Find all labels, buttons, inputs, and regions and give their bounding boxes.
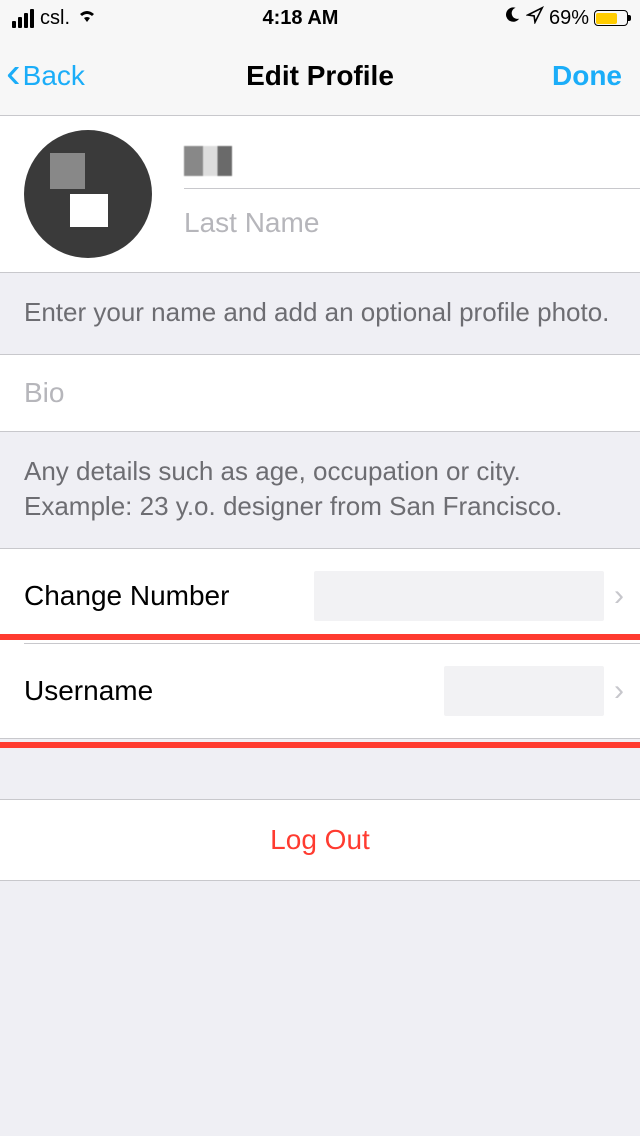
location-icon [526, 6, 544, 30]
first-name-field[interactable] [184, 130, 640, 188]
last-name-field[interactable] [184, 189, 640, 257]
chevron-right-icon: › [614, 674, 624, 708]
carrier-label: csl. [40, 7, 70, 30]
account-info-section: Change Number › Username › [0, 548, 640, 739]
moon-icon [503, 6, 521, 30]
battery-percent: 69% [549, 7, 589, 30]
first-name-redacted [184, 146, 232, 176]
phone-number-redacted [314, 571, 604, 621]
username-row[interactable]: Username › [0, 644, 640, 738]
status-left: csl. [12, 6, 98, 30]
profile-edit-section [0, 116, 640, 273]
back-button[interactable]: ‹ Back [6, 57, 85, 95]
bio-section [0, 354, 640, 432]
change-number-label: Change Number [24, 580, 229, 612]
clock: 4:18 AM [263, 7, 339, 30]
username-value-redacted [444, 666, 604, 716]
battery-icon [594, 10, 628, 26]
chevron-right-icon: › [614, 579, 624, 613]
nav-bar: ‹ Back Edit Profile Done [0, 36, 640, 116]
name-hint-text: Enter your name and add an optional prof… [0, 273, 640, 354]
status-right: 69% [503, 6, 628, 30]
page-title: Edit Profile [0, 60, 640, 92]
wifi-icon [76, 6, 98, 30]
signal-icon [12, 9, 34, 28]
back-label: Back [23, 60, 85, 92]
status-bar: csl. 4:18 AM 69% [0, 0, 640, 36]
logout-button[interactable]: Log Out [0, 800, 640, 880]
bio-hint-text: Any details such as age, occupation or c… [0, 432, 640, 548]
name-fields [184, 130, 640, 258]
avatar[interactable] [24, 130, 152, 258]
logout-section: Log Out [0, 799, 640, 881]
spacer [0, 739, 640, 799]
username-label: Username [24, 675, 153, 707]
bio-field[interactable] [0, 355, 640, 431]
chevron-left-icon: ‹ [6, 51, 21, 95]
done-button[interactable]: Done [552, 60, 630, 92]
change-number-row[interactable]: Change Number › [0, 549, 640, 643]
